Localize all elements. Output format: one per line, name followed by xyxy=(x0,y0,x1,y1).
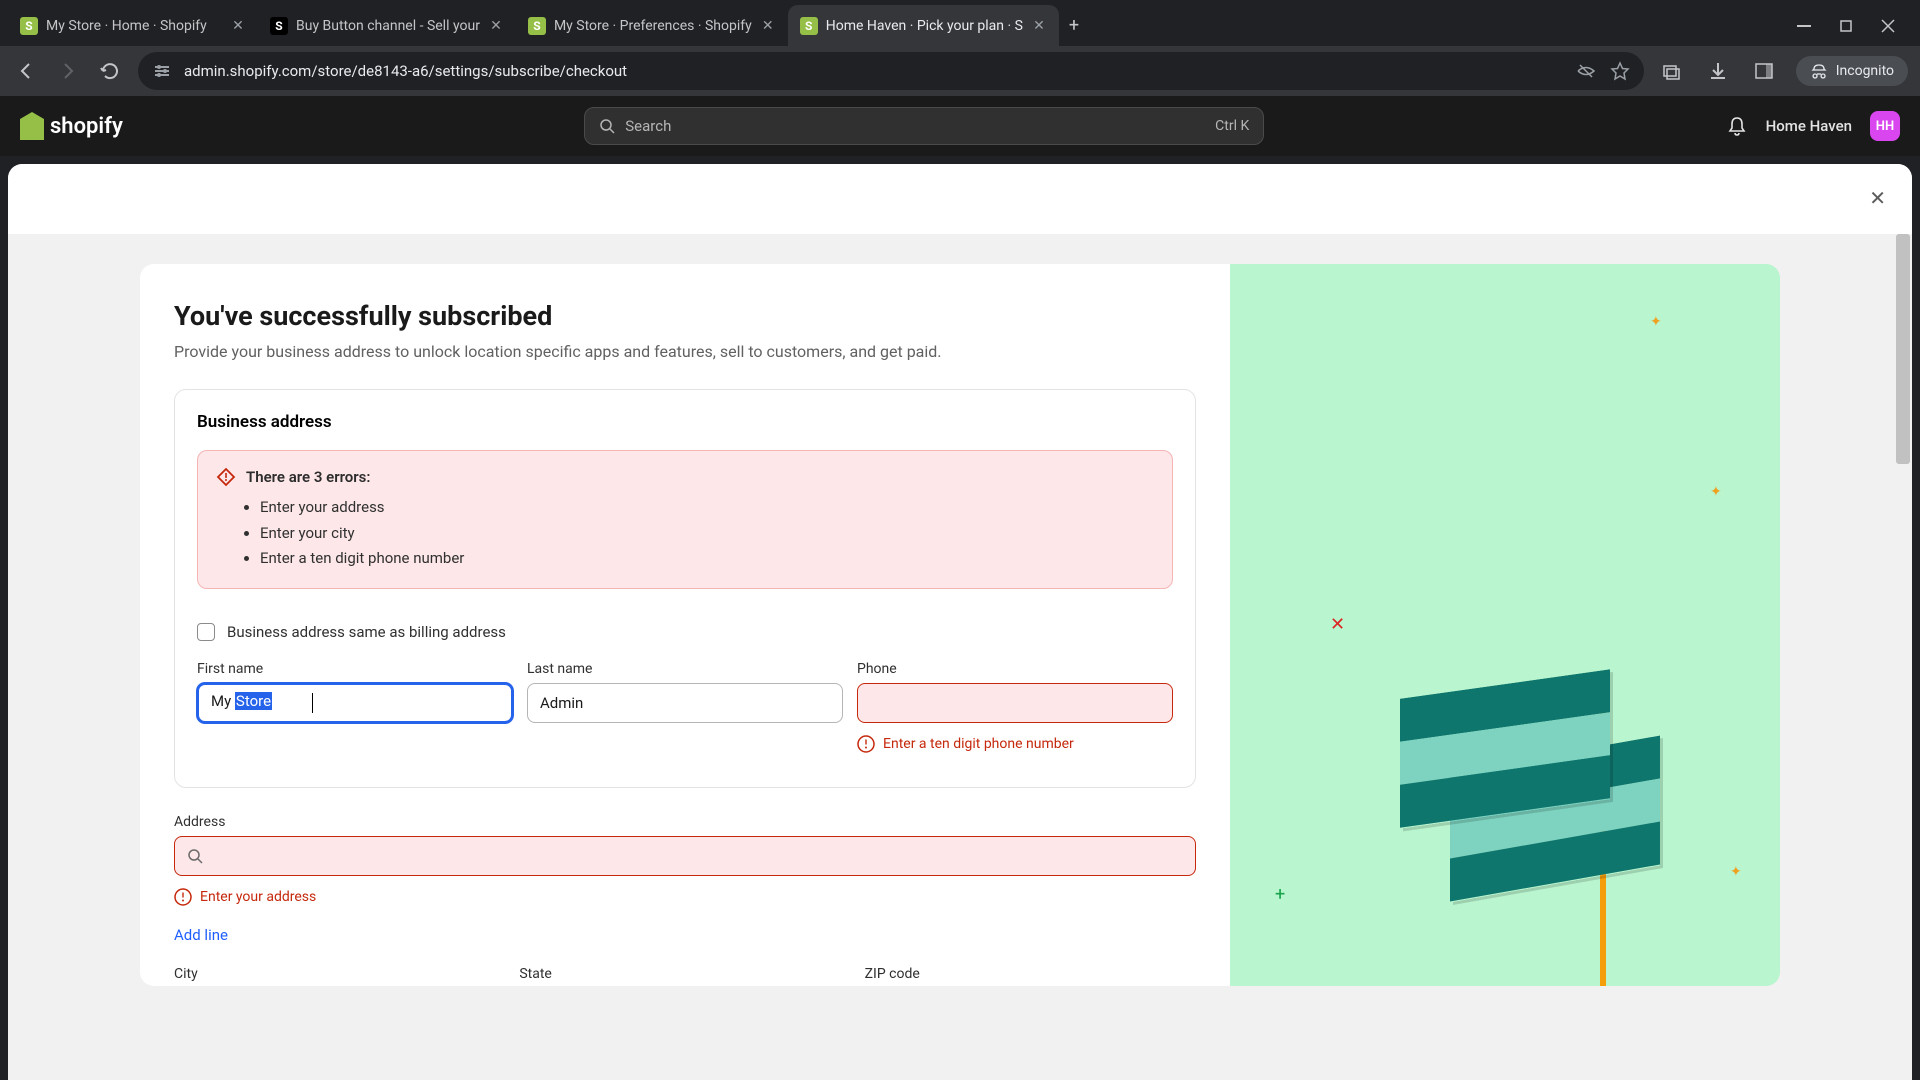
close-icon[interactable]: ✕ xyxy=(488,18,504,34)
download-icon[interactable] xyxy=(1704,57,1732,85)
scrollbar-track[interactable] xyxy=(1894,234,1912,986)
error-list: Enter your address Enter your city Enter… xyxy=(216,495,1154,572)
tab-strip: S My Store · Home · Shopify ✕ S Buy Butt… xyxy=(8,5,1780,46)
address-label: Address xyxy=(174,814,1196,830)
close-window-icon[interactable] xyxy=(1880,18,1896,34)
form-card: You've successfully subscribed Provide y… xyxy=(140,264,1230,986)
add-line-button[interactable]: Add line xyxy=(174,926,228,944)
error-banner: There are 3 errors: Enter your address E… xyxy=(197,450,1173,589)
sidepanel-icon[interactable] xyxy=(1750,57,1778,85)
city-label: City xyxy=(174,966,505,982)
tab-title: Buy Button channel - Sell your xyxy=(296,18,480,34)
logo-text: shopify xyxy=(50,114,123,139)
search-input[interactable]: Search Ctrl K xyxy=(584,107,1264,145)
minimize-icon[interactable] xyxy=(1796,18,1812,34)
phone-input[interactable] xyxy=(857,683,1173,723)
sparkle-icon: ✦ xyxy=(1650,314,1662,330)
error-icon xyxy=(216,467,236,487)
x-decoration-icon: ✕ xyxy=(1330,614,1345,635)
media-icon[interactable] xyxy=(1658,57,1686,85)
business-address-section: Business address There are 3 errors: Ent… xyxy=(174,389,1196,788)
search-shortcut: Ctrl K xyxy=(1215,118,1249,134)
error-item: Enter your address xyxy=(260,495,1154,521)
address-bar[interactable]: admin.shopify.com/store/de8143-a6/settin… xyxy=(138,52,1644,90)
content-frame: ✕ You've successfully subscribed Provide… xyxy=(8,164,1912,1080)
error-icon xyxy=(174,888,192,906)
phone-label: Phone xyxy=(857,661,1173,677)
eye-off-icon[interactable] xyxy=(1576,61,1596,81)
forward-icon xyxy=(54,57,82,85)
error-title: There are 3 errors: xyxy=(246,468,370,486)
shopify-logo-icon xyxy=(20,112,44,140)
url-text: admin.shopify.com/store/de8143-a6/settin… xyxy=(184,62,1564,80)
incognito-indicator[interactable]: Incognito xyxy=(1796,56,1908,86)
close-icon[interactable]: ✕ xyxy=(1869,186,1886,210)
illustration-panel: ✦ ✦ ✦ ✕ ✕ ✕ + xyxy=(1230,264,1780,986)
error-icon xyxy=(857,735,875,753)
last-name-label: Last name xyxy=(527,661,843,677)
store-name: Home Haven xyxy=(1766,117,1852,135)
site-settings-icon[interactable] xyxy=(152,61,172,81)
state-label: State xyxy=(519,966,850,982)
browser-titlebar: S My Store · Home · Shopify ✕ S Buy Butt… xyxy=(0,0,1920,46)
browser-tab-3[interactable]: S Home Haven · Pick your plan · S ✕ xyxy=(788,5,1059,46)
scrollbar-thumb[interactable] xyxy=(1896,234,1910,464)
site-favicon: S xyxy=(270,17,288,35)
text-caret xyxy=(312,693,313,713)
incognito-icon xyxy=(1810,62,1828,80)
close-icon[interactable]: ✕ xyxy=(760,18,776,34)
checkbox-icon xyxy=(197,623,215,641)
first-name-label: First name xyxy=(197,661,513,677)
modal-body: You've successfully subscribed Provide y… xyxy=(8,234,1912,986)
reload-icon[interactable] xyxy=(96,57,124,85)
new-tab-button[interactable]: + xyxy=(1059,5,1089,46)
section-title: Business address xyxy=(197,412,1173,432)
sparkle-icon: ✦ xyxy=(1710,484,1722,500)
last-name-input[interactable]: Admin xyxy=(527,683,843,723)
x-decoration-icon: ✕ xyxy=(1700,984,1715,986)
shopify-logo[interactable]: shopify xyxy=(20,112,123,140)
maximize-icon[interactable] xyxy=(1838,18,1854,34)
browser-tab-1[interactable]: S Buy Button channel - Sell your ✕ xyxy=(258,5,516,46)
close-icon[interactable]: ✕ xyxy=(1031,18,1047,34)
tab-title: My Store · Home · Shopify xyxy=(46,18,222,34)
search-icon xyxy=(187,848,203,864)
address-error: Enter your address xyxy=(174,888,1196,906)
browser-tab-0[interactable]: S My Store · Home · Shopify ✕ xyxy=(8,5,258,46)
bookmark-icon[interactable] xyxy=(1610,61,1630,81)
shopify-favicon: S xyxy=(20,17,38,35)
error-item: Enter your city xyxy=(260,521,1154,547)
modal-header: ✕ xyxy=(8,164,1912,234)
tab-title: Home Haven · Pick your plan · S xyxy=(826,18,1023,34)
error-item: Enter a ten digit phone number xyxy=(260,546,1154,572)
back-icon[interactable] xyxy=(12,57,40,85)
zip-label: ZIP code xyxy=(865,966,1196,982)
sparkle-icon: ✦ xyxy=(1730,864,1742,880)
browser-tab-2[interactable]: S My Store · Preferences · Shopify ✕ xyxy=(516,5,788,46)
incognito-label: Incognito xyxy=(1836,63,1894,79)
shopify-favicon: S xyxy=(528,17,546,35)
page-title: You've successfully subscribed xyxy=(174,300,1196,332)
page-subtitle: Provide your business address to unlock … xyxy=(174,342,1196,361)
first-name-input[interactable]: My Store xyxy=(197,683,513,723)
avatar[interactable]: HH xyxy=(1870,111,1900,141)
search-placeholder: Search xyxy=(625,117,671,135)
browser-toolbar: admin.shopify.com/store/de8143-a6/settin… xyxy=(0,46,1920,96)
tab-title: My Store · Preferences · Shopify xyxy=(554,18,752,34)
shopify-header: shopify Search Ctrl K Home Haven HH xyxy=(0,96,1920,156)
same-as-billing-checkbox[interactable]: Business address same as billing address xyxy=(197,623,1173,641)
address-input[interactable] xyxy=(174,836,1196,876)
search-icon xyxy=(599,118,615,134)
plus-decoration-icon: + xyxy=(1275,884,1285,905)
notifications-button[interactable] xyxy=(1726,115,1748,137)
close-icon[interactable]: ✕ xyxy=(230,18,246,34)
checkbox-label: Business address same as billing address xyxy=(227,623,506,641)
window-controls xyxy=(1780,5,1912,46)
shopify-favicon: S xyxy=(800,17,818,35)
phone-error: Enter a ten digit phone number xyxy=(857,735,1173,753)
